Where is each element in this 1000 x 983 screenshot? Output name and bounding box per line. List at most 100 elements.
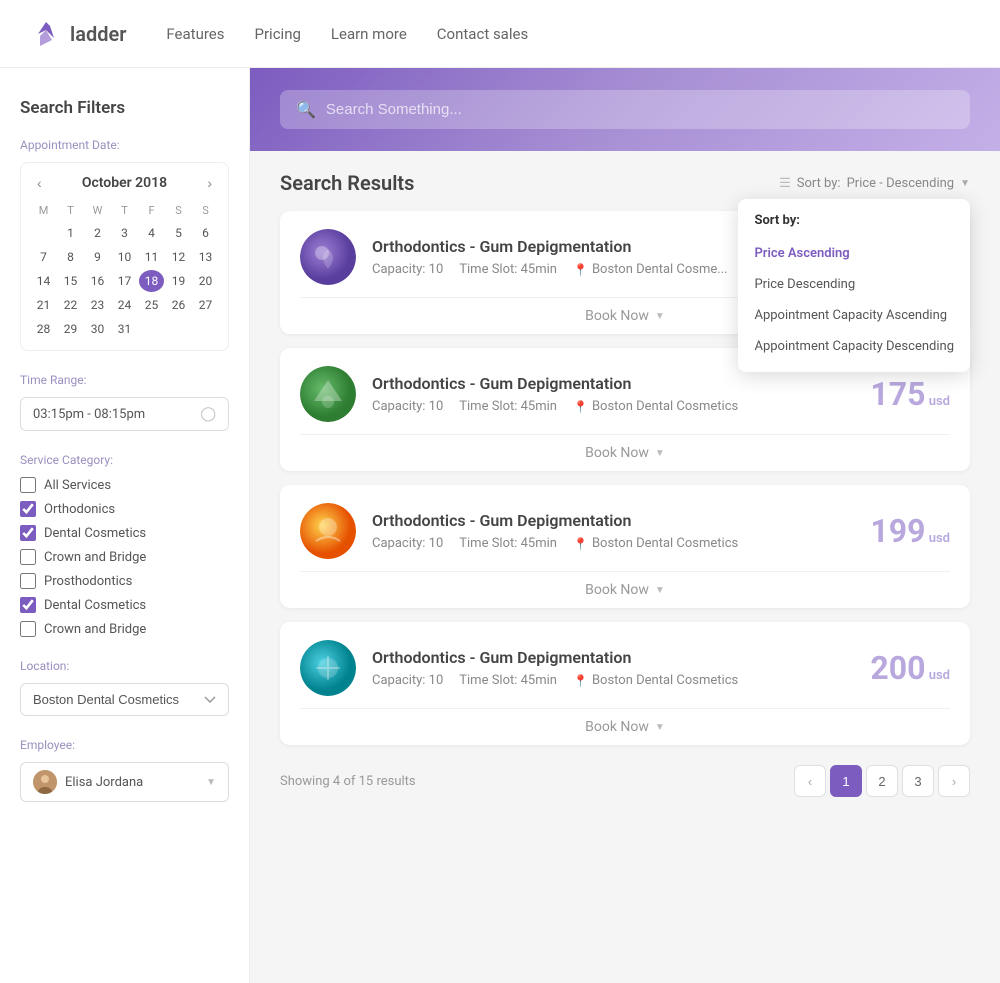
calendar-day[interactable]: 16 xyxy=(85,270,110,292)
card-meta-3: Capacity: 10 Time Slot: 45min 📍Boston De… xyxy=(372,536,854,551)
calendar-day[interactable]: 11 xyxy=(139,246,164,268)
calendar-day[interactable]: 22 xyxy=(58,294,83,316)
calendar-day[interactable]: 13 xyxy=(193,246,218,268)
calendar-day[interactable]: 30 xyxy=(85,318,110,340)
appointment-date-filter: Appointment Date: ‹ October 2018 › MTWTF… xyxy=(20,138,229,351)
service-checkbox-item-1[interactable]: Orthodonics xyxy=(20,501,229,517)
service-checkbox-6[interactable] xyxy=(20,621,36,637)
nav-contact-sales[interactable]: Contact sales xyxy=(437,25,528,43)
card-location-1: 📍Boston Dental Cosme... xyxy=(573,262,728,277)
calendar-day[interactable]: 9 xyxy=(85,246,110,268)
calendar-day[interactable]: 28 xyxy=(31,318,56,340)
book-arrow-2: ▼ xyxy=(655,448,665,459)
card-location-3: 📍Boston Dental Cosmetics xyxy=(573,536,738,551)
calendar-day[interactable]: 12 xyxy=(166,246,191,268)
pagination-next[interactable]: › xyxy=(938,765,970,797)
service-checkbox-1[interactable] xyxy=(20,501,36,517)
service-checkbox-5[interactable] xyxy=(20,597,36,613)
book-arrow-1: ▼ xyxy=(655,311,665,322)
pagination-page-2[interactable]: 2 xyxy=(866,765,898,797)
employee-select[interactable]: Elisa Jordana ▼ xyxy=(20,762,229,802)
calendar-prev-button[interactable]: ‹ xyxy=(31,173,48,193)
calendar-day[interactable]: 15 xyxy=(58,270,83,292)
time-range-input[interactable]: 03:15pm - 08:15pm ◯ xyxy=(20,397,229,431)
service-category-filter: Service Category: All Services Orthodonic… xyxy=(20,453,229,637)
calendar-grid: MTWTFSS123456789101112131415161718192021… xyxy=(31,201,218,340)
service-category-label: Service Category: xyxy=(20,453,229,467)
calendar-day[interactable]: 17 xyxy=(112,270,137,292)
pagination-prev[interactable]: ‹ xyxy=(794,765,826,797)
pagination-page-3[interactable]: 3 xyxy=(902,765,934,797)
employee-filter: Employee: Elisa Jordana ▼ xyxy=(20,738,229,802)
calendar-day[interactable]: 10 xyxy=(112,246,137,268)
search-bar: 🔍 xyxy=(280,90,970,129)
calendar-day[interactable]: 27 xyxy=(193,294,218,316)
calendar-day-header: S xyxy=(166,201,191,220)
pagination-page-1[interactable]: 1 xyxy=(830,765,862,797)
calendar-day[interactable]: 1 xyxy=(58,222,83,244)
calendar-day[interactable]: 6 xyxy=(193,222,218,244)
book-now-button-4[interactable]: Book Now▼ xyxy=(300,708,950,745)
logo[interactable]: ladder xyxy=(30,18,126,50)
calendar-day[interactable]: 25 xyxy=(139,294,164,316)
sort-option-price-desc[interactable]: Price Descending xyxy=(738,269,970,300)
calendar-next-button[interactable]: › xyxy=(201,173,218,193)
calendar-day[interactable]: 29 xyxy=(58,318,83,340)
book-now-label-4: Book Now xyxy=(585,719,649,735)
service-checkbox-2[interactable] xyxy=(20,525,36,541)
service-checkbox-item-6[interactable]: Crown and Bridge xyxy=(20,621,229,637)
pin-icon-2: 📍 xyxy=(573,400,588,414)
price-amount-3: 199 xyxy=(870,512,925,550)
card-timeslot-4: Time Slot: 45min xyxy=(459,673,557,688)
book-now-button-3[interactable]: Book Now▼ xyxy=(300,571,950,608)
pin-icon-3: 📍 xyxy=(573,537,588,551)
sort-dropdown-arrow: ▼ xyxy=(960,178,970,189)
sort-option-price-asc[interactable]: Price Ascending xyxy=(738,238,970,269)
service-checkbox-item-3[interactable]: Crown and Bridge xyxy=(20,549,229,565)
book-now-label-3: Book Now xyxy=(585,582,649,598)
calendar-day[interactable]: 8 xyxy=(58,246,83,268)
service-checkbox-4[interactable] xyxy=(20,573,36,589)
calendar-day[interactable]: 26 xyxy=(166,294,191,316)
service-checkbox-label-6: Crown and Bridge xyxy=(44,622,146,637)
calendar-day[interactable]: 24 xyxy=(112,294,137,316)
calendar-day[interactable]: 19 xyxy=(166,270,191,292)
calendar-day[interactable]: 5 xyxy=(166,222,191,244)
sort-dropdown-title: Sort by: xyxy=(738,213,970,238)
calendar-day[interactable]: 23 xyxy=(85,294,110,316)
calendar-day[interactable]: 31 xyxy=(112,318,137,340)
card-icon-2 xyxy=(300,366,356,422)
location-select[interactable]: Boston Dental Cosmetics xyxy=(20,683,229,716)
calendar-day-header: T xyxy=(58,201,83,220)
price-amount-4: 200 xyxy=(870,649,925,687)
service-checkbox-item-0[interactable]: All Services xyxy=(20,477,229,493)
nav-pricing[interactable]: Pricing xyxy=(255,25,301,43)
calendar-day[interactable]: 20 xyxy=(193,270,218,292)
service-checkbox-0[interactable] xyxy=(20,477,36,493)
service-checkbox-item-5[interactable]: Dental Cosmetics xyxy=(20,597,229,613)
calendar-day[interactable]: 7 xyxy=(31,246,56,268)
sort-control[interactable]: ☰ Sort by: Price - Descending ▼ xyxy=(779,176,970,191)
service-checkbox-item-4[interactable]: Prosthodontics xyxy=(20,573,229,589)
card-info-3: Orthodontics - Gum Depigmentation Capaci… xyxy=(372,511,854,551)
service-checkbox-item-2[interactable]: Dental Cosmetics xyxy=(20,525,229,541)
calendar-day[interactable]: 18 xyxy=(139,270,164,292)
navbar-links: Features Pricing Learn more Contact sale… xyxy=(166,25,528,43)
card-title-3: Orthodontics - Gum Depigmentation xyxy=(372,511,854,530)
sort-option-capacity-asc[interactable]: Appointment Capacity Ascending xyxy=(738,300,970,331)
card-meta-4: Capacity: 10 Time Slot: 45min 📍Boston De… xyxy=(372,673,854,688)
calendar-day[interactable]: 3 xyxy=(112,222,137,244)
nav-features[interactable]: Features xyxy=(166,25,224,43)
service-checkbox-3[interactable] xyxy=(20,549,36,565)
book-now-button-2[interactable]: Book Now▼ xyxy=(300,434,950,471)
calendar-day[interactable]: 21 xyxy=(31,294,56,316)
nav-learn-more[interactable]: Learn more xyxy=(331,25,407,43)
calendar-day[interactable]: 2 xyxy=(85,222,110,244)
sort-by-label: Sort by: xyxy=(797,176,841,191)
results-area: Search Results ☰ Sort by: Price - Descen… xyxy=(250,151,1000,817)
location-filter: Location: Boston Dental Cosmetics xyxy=(20,659,229,716)
search-input[interactable] xyxy=(326,101,954,118)
calendar-day[interactable]: 14 xyxy=(31,270,56,292)
sort-option-capacity-desc[interactable]: Appointment Capacity Descending xyxy=(738,331,970,362)
calendar-day[interactable]: 4 xyxy=(139,222,164,244)
